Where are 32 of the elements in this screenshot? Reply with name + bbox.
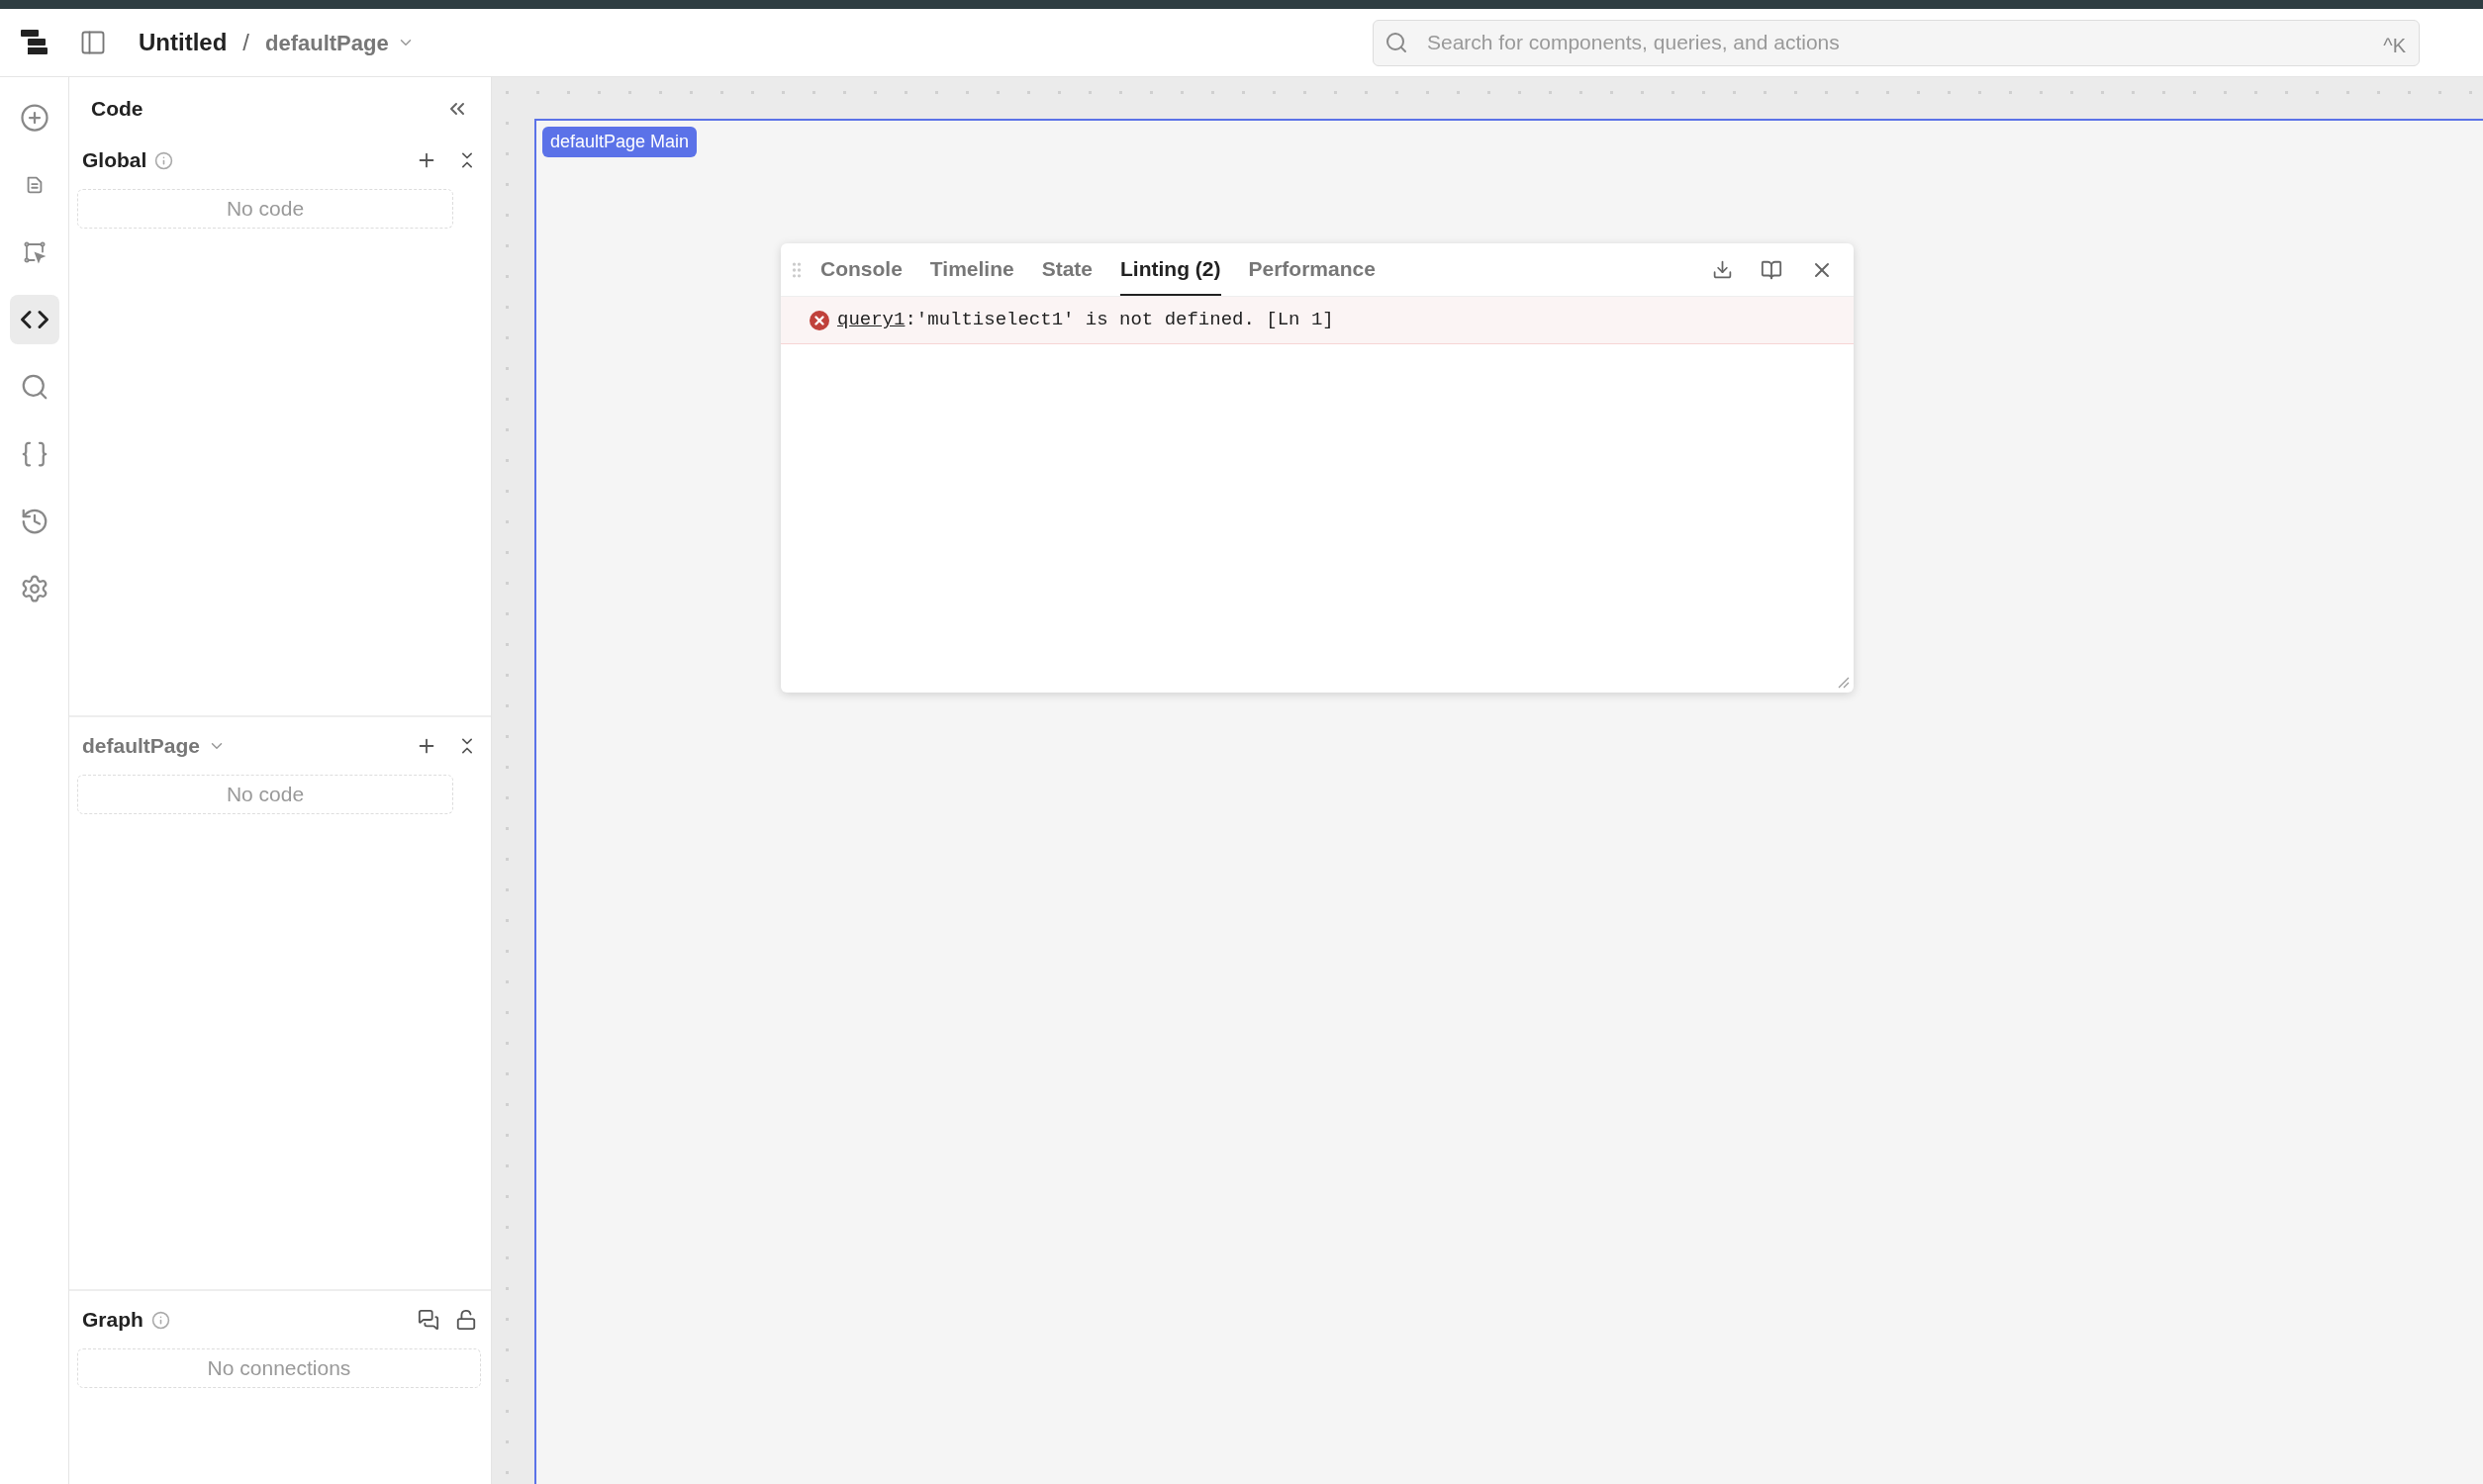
panel-tab[interactable]: State — [1041, 243, 1093, 296]
download-icon[interactable] — [1712, 259, 1733, 280]
chat-icon[interactable] — [418, 1309, 439, 1331]
selection-frame-icon — [22, 240, 47, 264]
query-link[interactable]: query1 — [837, 306, 906, 334]
section-title: Graph — [82, 1307, 143, 1334]
logo-icon[interactable] — [20, 28, 49, 57]
shortcut-hint: ^K — [2383, 33, 2406, 58]
search-icon — [1385, 30, 1408, 54]
panel-tab[interactable]: Timeline — [929, 243, 1014, 296]
lint-message: :'multiselect1' is not defined. [Ln 1] — [905, 308, 1334, 333]
breadcrumb-separator: / — [242, 28, 249, 57]
section-title: Global — [82, 147, 147, 174]
info-icon[interactable] — [154, 150, 174, 170]
app-title[interactable]: Untitled — [139, 25, 228, 60]
empty-graph-area: No connections — [77, 1348, 481, 1388]
info-icon[interactable] — [150, 1310, 170, 1330]
panel-tab[interactable]: Performance — [1248, 243, 1376, 296]
resize-handle-icon[interactable] — [1836, 675, 1850, 689]
sidebar-tab[interactable] — [9, 295, 59, 344]
frame-label[interactable]: defaultPage Main — [542, 127, 698, 157]
empty-code-area: No code — [77, 189, 453, 229]
empty-code-area: No code — [77, 775, 453, 814]
section-title: defaultPage — [82, 733, 201, 760]
book-icon[interactable] — [1761, 258, 1782, 281]
error-icon — [809, 309, 830, 331]
panel-title: Code — [91, 95, 143, 122]
add-icon — [19, 103, 49, 133]
panel-toggle-icon[interactable] — [79, 29, 107, 56]
unlock-icon[interactable] — [455, 1309, 477, 1331]
page-name[interactable]: defaultPage — [265, 26, 389, 59]
panel-tab[interactable]: Console — [820, 243, 903, 296]
